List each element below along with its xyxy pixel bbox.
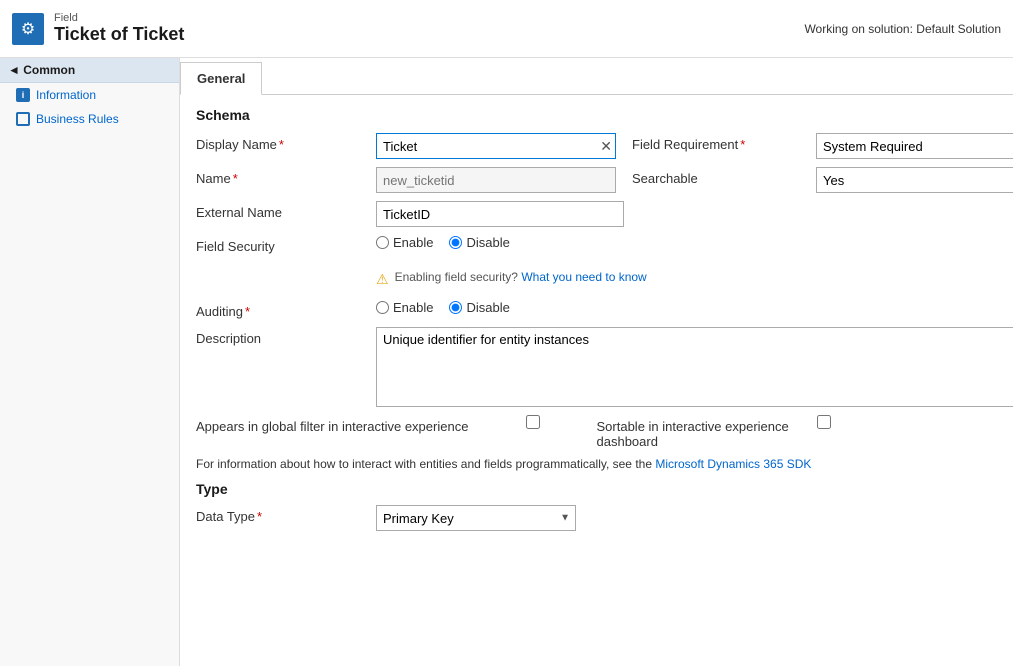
description-row: Description Unique identifier for entity…: [196, 327, 997, 407]
field-security-row: Field Security Enable Disable: [196, 235, 997, 254]
info-text-row: For information about how to interact wi…: [196, 457, 997, 471]
sortable-checkbox[interactable]: [817, 415, 831, 429]
field-security-label: Field Security: [196, 235, 376, 254]
page-subtitle: Field: [54, 12, 184, 24]
appears-col: Appears in global filter in interactive …: [196, 415, 597, 434]
field-security-disable-option[interactable]: Disable: [449, 235, 509, 250]
warning-content: ⚠ Enabling field security? What you need…: [376, 262, 997, 292]
data-type-label: Data Type*: [196, 505, 376, 524]
main-area: ◄ Common i Information Business Rules Ge…: [0, 58, 1013, 666]
display-name-input[interactable]: [376, 133, 616, 159]
data-type-select-wrapper: Primary Key: [376, 505, 576, 531]
sidebar: ◄ Common i Information Business Rules: [0, 58, 180, 666]
auditing-enable-radio[interactable]: [376, 301, 389, 314]
field-security-radio-group: Enable Disable: [376, 235, 510, 250]
sidebar-label-business-rules: Business Rules: [36, 112, 119, 126]
sortable-col: Sortable in interactive experience dashb…: [597, 415, 998, 449]
name-label: Name*: [196, 167, 376, 186]
display-name-row: Display Name* ✕ Field Requirement* Syste…: [196, 133, 997, 159]
appears-checkbox[interactable]: [526, 415, 540, 429]
title-block: Field Ticket of Ticket: [54, 12, 184, 45]
display-name-label: Display Name*: [196, 133, 376, 152]
external-name-controls: [376, 201, 997, 227]
auditing-disable-radio[interactable]: [449, 301, 462, 314]
auditing-label: Auditing*: [196, 300, 376, 319]
sortable-checkbox-wrapper: [817, 415, 831, 432]
data-type-select[interactable]: Primary Key: [376, 505, 576, 531]
external-name-row: External Name: [196, 201, 997, 227]
display-name-input-wrapper: ✕: [376, 133, 616, 159]
display-name-clear-button[interactable]: ✕: [600, 139, 612, 153]
sidebar-item-information[interactable]: i Information: [0, 83, 179, 107]
field-security-enable-option[interactable]: Enable: [376, 235, 433, 250]
app-icon: ⚙: [12, 13, 44, 45]
rules-icon: [16, 112, 30, 126]
auditing-enable-option[interactable]: Enable: [376, 300, 433, 315]
description-label: Description: [196, 327, 376, 346]
external-name-input[interactable]: [376, 201, 624, 227]
field-security-disable-radio[interactable]: [449, 236, 462, 249]
appears-checkbox-wrapper: [526, 415, 540, 432]
page-title: Ticket of Ticket: [54, 24, 184, 45]
searchable-select-wrapper: Yes No: [816, 167, 1013, 193]
type-section-header: Type: [196, 481, 997, 497]
field-requirement-label: Field Requirement*: [616, 133, 816, 152]
top-bar: ⚙ Field Ticket of Ticket Working on solu…: [0, 0, 1013, 58]
info-icon: i: [16, 88, 30, 102]
external-name-label: External Name: [196, 201, 376, 220]
searchable-label: Searchable: [616, 167, 816, 186]
warning-label-spacer: [196, 262, 376, 266]
data-type-controls: Primary Key: [376, 505, 997, 531]
solution-label: Working on solution: Default Solution: [804, 22, 1001, 36]
common-section-label: ◄ Common: [8, 63, 75, 77]
top-bar-left: ⚙ Field Ticket of Ticket: [12, 12, 184, 45]
searchable-select[interactable]: Yes No: [816, 167, 1013, 193]
content-area: General Schema Display Name* ✕ Field: [180, 58, 1013, 666]
field-requirement-select[interactable]: System Required Business Required Option…: [816, 133, 1013, 159]
field-security-controls: Enable Disable: [376, 235, 997, 250]
description-textarea[interactable]: Unique identifier for entity instances: [376, 327, 1013, 407]
tab-general[interactable]: General: [180, 62, 262, 95]
sdk-link[interactable]: Microsoft Dynamics 365 SDK: [655, 457, 811, 471]
sidebar-section-common[interactable]: ◄ Common: [0, 58, 179, 83]
sidebar-label-information: Information: [36, 88, 96, 102]
warning-text: Enabling field security? What you need t…: [395, 270, 647, 284]
field-security-enable-radio[interactable]: [376, 236, 389, 249]
sidebar-item-business-rules[interactable]: Business Rules: [0, 107, 179, 131]
data-type-row: Data Type* Primary Key: [196, 505, 997, 531]
warning-icon: ⚠: [376, 271, 389, 288]
auditing-disable-option[interactable]: Disable: [449, 300, 509, 315]
name-row: Name* Searchable Yes No: [196, 167, 997, 193]
warning-box: ⚠ Enabling field security? What you need…: [376, 266, 647, 292]
display-name-controls: ✕: [376, 133, 616, 159]
warning-row: ⚠ Enabling field security? What you need…: [196, 262, 997, 292]
appears-label: Appears in global filter in interactive …: [196, 415, 526, 434]
name-input[interactable]: [376, 167, 616, 193]
sortable-label: Sortable in interactive experience dashb…: [597, 415, 817, 449]
field-requirement-controls: System Required Business Required Option…: [816, 133, 1013, 159]
searchable-controls: Yes No: [816, 167, 1013, 193]
name-controls: [376, 167, 616, 193]
description-controls: Unique identifier for entity instances: [376, 327, 1013, 407]
auditing-row: Auditing* Enable Disable: [196, 300, 997, 319]
auditing-controls: Enable Disable: [376, 300, 997, 315]
warning-link[interactable]: What you need to know: [521, 270, 646, 284]
schema-section-header: Schema: [196, 107, 997, 123]
appears-sortable-row: Appears in global filter in interactive …: [196, 415, 997, 449]
tab-bar: General: [180, 58, 1013, 95]
form-content: Schema Display Name* ✕ Field Requirement…: [180, 95, 1013, 551]
field-requirement-select-wrapper: System Required Business Required Option…: [816, 133, 1013, 159]
auditing-radio-group: Enable Disable: [376, 300, 510, 315]
